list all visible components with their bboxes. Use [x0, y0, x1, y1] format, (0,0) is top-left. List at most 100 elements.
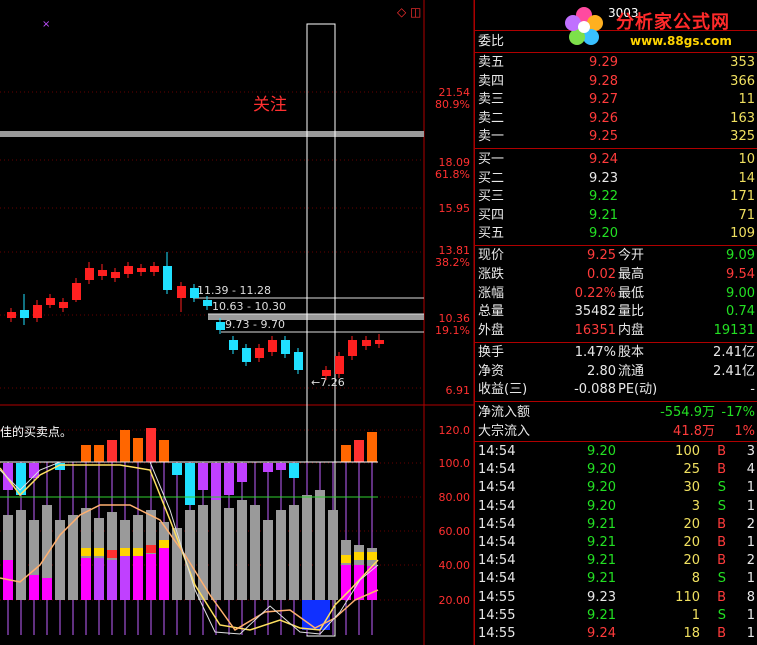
tick-row[interactable]: 14:54 9.21 20 B 2: [475, 516, 757, 534]
indicator-top-bar: [133, 548, 143, 556]
tick-row[interactable]: 14:54 9.20 100 B 3: [475, 443, 757, 461]
info-label: 股本: [618, 345, 645, 360]
tick-row[interactable]: 14:54 9.21 8 S 1: [475, 570, 757, 588]
cross-mark: ×: [42, 19, 50, 30]
tick-side: B: [717, 444, 726, 459]
info-row[interactable]: 换手 1.47% 股本 2.41亿: [475, 344, 757, 362]
indicator-upper-bar: [211, 463, 221, 500]
stat-row[interactable]: 涨跌 0.02 最高 9.54: [475, 266, 757, 284]
indicator-axis-label: 60.00: [439, 525, 471, 538]
tick-row[interactable]: 14:55 9.24 18 B 1: [475, 625, 757, 643]
sell-volume: 11: [738, 92, 755, 107]
tick-time: 14:55: [478, 626, 516, 641]
flow-row[interactable]: 净流入额 -554.9万 -17%: [475, 404, 757, 422]
candle-body: [322, 370, 331, 376]
sell-price: 9.28: [589, 73, 618, 89]
sell-row[interactable]: 卖二 9.26 163: [475, 110, 757, 128]
tick-row[interactable]: 14:54 9.20 3 S 1: [475, 498, 757, 516]
indicator-magenta-bar: [42, 578, 52, 600]
site-logo: 3003 分析家公式网 www.88gs.com: [556, 2, 757, 52]
candle-body: [348, 340, 357, 356]
flow-row[interactable]: 大宗流入 41.8万 1%: [475, 423, 757, 441]
sell-row[interactable]: 卖一 9.25 325: [475, 128, 757, 146]
buy-row[interactable]: 买四 9.21 71: [475, 207, 757, 225]
indicator-gray-bar: [276, 510, 286, 600]
buy-volume: 109: [730, 226, 755, 241]
info-value: -: [750, 382, 755, 397]
candle-body: [362, 340, 371, 346]
tick-row[interactable]: 14:54 9.21 20 B 2: [475, 552, 757, 570]
stat-label: 内盘: [618, 323, 645, 339]
stat-row[interactable]: 现价 9.25 今开 9.09: [475, 247, 757, 265]
buy-volume: 171: [730, 189, 755, 204]
candle-body: [137, 268, 146, 272]
indicator-magenta-bar: [29, 575, 39, 600]
info-row[interactable]: 收益(三) -0.088 PE(动) -: [475, 381, 757, 399]
tick-price: 9.21: [587, 571, 616, 587]
tick-volume: 3: [691, 498, 700, 514]
chart-area[interactable]: 21.54 80.9% 18.09 61.8% 15.95 13.81 38.2% 10.36…: [0, 0, 474, 645]
buy-level-label: 买三: [478, 189, 505, 204]
stat-label: 总量: [478, 304, 505, 320]
indicator-magenta-bar: [146, 554, 156, 600]
indicator-axis-label: 120.0: [439, 424, 471, 437]
buy-row[interactable]: 买一 9.24 10: [475, 151, 757, 169]
tick-row[interactable]: 14:55 9.21 1 S 1: [475, 607, 757, 625]
buy-row[interactable]: 买三 9.22 171: [475, 188, 757, 206]
flower-logo-icon: [565, 7, 603, 45]
stat-value: 0.02: [587, 266, 616, 282]
tick-side: S: [717, 480, 726, 496]
indicator-top-bar: [367, 552, 377, 560]
indicator-upper-bar: [185, 463, 195, 505]
buy-row[interactable]: 买二 9.23 14: [475, 170, 757, 188]
stat-row[interactable]: 涨幅 0.22% 最低 9.00: [475, 285, 757, 303]
buy-row[interactable]: 买五 9.20 109: [475, 225, 757, 243]
indicator-gray-bar: [237, 500, 247, 600]
tick-price: 9.20: [587, 480, 616, 496]
candle-body: [46, 298, 55, 305]
indicator-upper-bar: [237, 463, 247, 482]
sell-price: 9.26: [589, 110, 618, 126]
indicator-above-bar: [107, 440, 117, 462]
sell-row[interactable]: 卖五 9.29 353: [475, 54, 757, 72]
sell-level-label: 卖三: [478, 92, 505, 107]
info-value: 1.47%: [574, 345, 616, 360]
stat-label: 涨幅: [478, 285, 505, 301]
info-value: -0.088: [574, 382, 616, 397]
tick-row[interactable]: 14:54 9.21 20 B 1: [475, 534, 757, 552]
stat-row[interactable]: 外盘 16351 内盘 19131: [475, 322, 757, 340]
indicator-gray-bar: [263, 520, 273, 600]
indicator-upper-bar: [224, 463, 234, 495]
sell-level-label: 卖四: [478, 73, 505, 89]
indicator-magenta-bar: [133, 556, 143, 600]
indicator-above-bar: [354, 440, 364, 462]
indicator-magenta-bar: [120, 556, 130, 600]
stat-row[interactable]: 总量 35482 量比 0.74: [475, 303, 757, 321]
indicator-axis-label: 20.00: [439, 594, 471, 607]
sell-price: 9.25: [589, 129, 618, 144]
tick-row[interactable]: 14:55 9.23 110 B 8: [475, 589, 757, 607]
buy-level-label: 买五: [478, 226, 505, 241]
indicator-blue-block: [302, 600, 330, 630]
flow-value: 41.8万: [673, 424, 715, 439]
candle-body: [72, 283, 81, 300]
indicator-above-bar: [367, 432, 377, 462]
sell-row[interactable]: 卖三 9.27 11: [475, 91, 757, 109]
tick-price: 9.21: [587, 516, 616, 532]
info-row[interactable]: 净资 2.80 流通 2.41亿: [475, 363, 757, 381]
low-price-label: ←7.26: [311, 376, 345, 389]
stat-value: 0.22%: [574, 285, 616, 301]
tick-row[interactable]: 14:54 9.20 30 S 1: [475, 479, 757, 497]
indicator-magenta-bar: [159, 548, 169, 600]
indicator-gray-bar: [211, 498, 221, 600]
tick-count: 3: [746, 444, 755, 459]
kline-chart[interactable]: 21.5480.9%18.0961.8%15.9513.8138.2%10.36…: [0, 0, 474, 645]
buy-volume: 71: [738, 207, 755, 223]
buy-price: 9.23: [589, 170, 618, 186]
flow-percent: -17%: [721, 405, 755, 420]
candle-body: [150, 266, 159, 272]
tick-row[interactable]: 14:54 9.20 25 B 4: [475, 461, 757, 479]
tick-side: B: [717, 462, 726, 478]
sell-row[interactable]: 卖四 9.28 366: [475, 73, 757, 91]
tick-volume: 25: [683, 462, 700, 478]
